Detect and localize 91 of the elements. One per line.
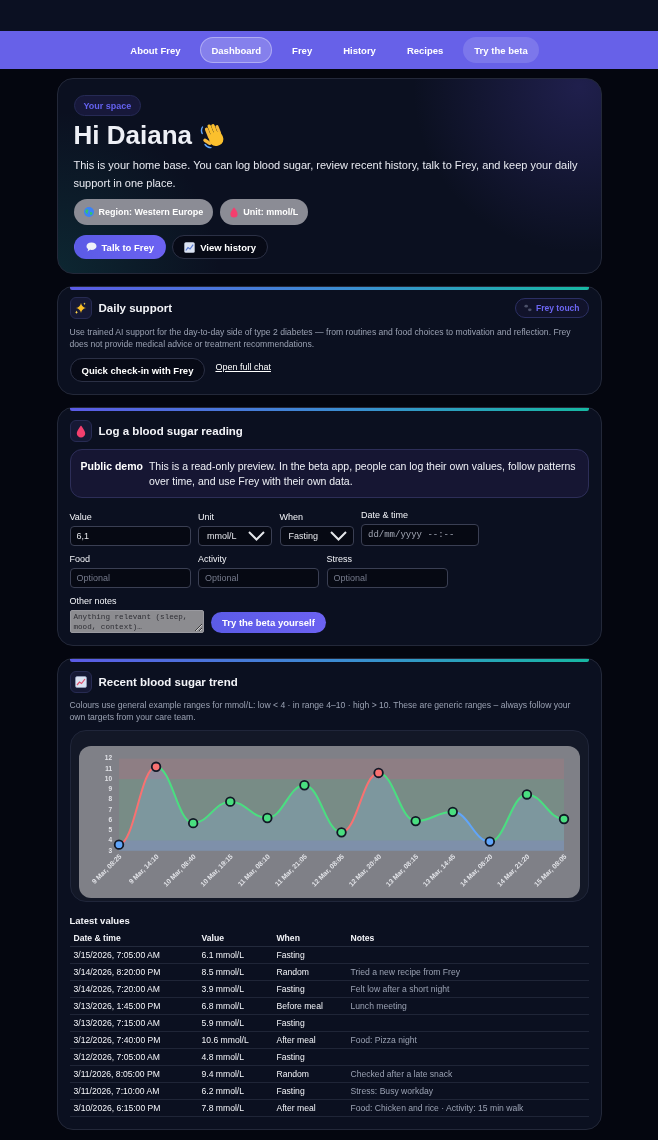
table-cell: Lunch meeting xyxy=(346,997,589,1015)
column-header: Value xyxy=(197,930,273,947)
field-label: Date & time xyxy=(361,509,410,521)
table-cell: 6.2 mmol/L xyxy=(197,1082,273,1100)
sparkles-icon xyxy=(69,297,92,319)
table-cell: 5.9 mmol/L xyxy=(197,1014,273,1032)
table-cell: Tried a new recipe from Frey xyxy=(346,963,589,981)
table-cell: Fasting xyxy=(272,1082,347,1100)
drop-icon xyxy=(230,206,239,218)
field-label: Food xyxy=(69,553,91,565)
badge-label: Frey touch xyxy=(536,303,580,313)
nav-link[interactable]: Recipes xyxy=(395,37,455,63)
try-beta-button[interactable]: Try the beta yourself xyxy=(211,612,326,633)
table-cell: 9.4 mmol/L xyxy=(197,1065,273,1083)
intro-text: This is your home base. You can log blood sugar, review recent history, talk to Frey, and keep your daily support in one place. xyxy=(73,158,579,191)
table-cell: 3/13/2026, 7:15:00 AM xyxy=(69,1014,198,1032)
table-cell: Fasting xyxy=(272,946,347,964)
table-cell: Stress: Busy workday xyxy=(346,1082,589,1100)
line-chart-icon xyxy=(69,671,92,693)
table-cell: Checked after a late snack xyxy=(346,1065,589,1083)
drop-icon xyxy=(69,420,92,442)
date-time-field[interactable]: dd/mm/yyyy --:-- xyxy=(361,524,479,546)
column-header: When xyxy=(272,930,347,947)
table-cell: 3/12/2026, 7:40:00 PM xyxy=(69,1031,198,1049)
nav-link[interactable]: Try the beta xyxy=(463,37,539,63)
column-header: Date & time xyxy=(69,930,198,947)
history-button[interactable]: View history xyxy=(172,235,268,259)
dropdown[interactable]: mmol/L xyxy=(198,526,272,546)
speech-bubble-icon xyxy=(85,242,97,252)
open-chat-link[interactable]: Open full chat xyxy=(215,362,271,372)
greeting-title: Hi Daiana xyxy=(73,120,192,150)
chevron-down-icon xyxy=(329,531,347,541)
table-cell: 3/12/2026, 7:05:00 AM xyxy=(69,1048,198,1066)
chevron-down-icon xyxy=(248,531,265,541)
field-label: Value xyxy=(69,511,93,523)
dropdown[interactable]: Fasting xyxy=(279,526,354,546)
table-cell: Food: Pizza night xyxy=(346,1031,589,1049)
table-cell: 3/14/2026, 7:20:00 AM xyxy=(69,980,198,998)
field-label: Unit xyxy=(198,511,215,523)
table-cell: 7.8 mmol/L xyxy=(197,1099,273,1117)
table-cell: Felt low after a short night xyxy=(346,980,589,998)
table-cell: Random xyxy=(272,1065,347,1083)
field-label: Other notes xyxy=(69,595,118,607)
table-cell: 3/14/2026, 8:20:00 PM xyxy=(69,963,198,981)
field-label: When xyxy=(279,511,304,523)
nav-link[interactable]: Frey xyxy=(281,37,324,63)
table-cell: 3/15/2026, 7:05:00 AM xyxy=(69,946,198,964)
table-cell: Fasting xyxy=(272,1048,347,1066)
table-cell: 3.9 mmol/L xyxy=(197,980,273,998)
card-title: Recent blood sugar trend xyxy=(98,676,238,688)
table-cell: 3/13/2026, 1:45:00 PM xyxy=(69,997,198,1015)
input-field[interactable]: Optional xyxy=(326,568,448,588)
nav-link[interactable]: Dashboard xyxy=(200,37,273,63)
chip-label: Unit: mmol/L xyxy=(243,207,299,217)
table-cell: Before meal xyxy=(272,997,347,1015)
table-cell: After meal xyxy=(272,1099,347,1117)
section-badge: Your space xyxy=(73,95,142,116)
table-cell: Fasting xyxy=(272,1014,347,1032)
card-title: Log a blood sugar reading xyxy=(98,425,243,437)
table-cell: 6.8 mmol/L xyxy=(197,997,273,1015)
chip-label: Region: Western Europe xyxy=(98,207,204,217)
field-label: Activity xyxy=(198,553,228,565)
table-cell: 3/10/2026, 6:15:00 PM xyxy=(69,1099,198,1117)
footprints-icon xyxy=(524,304,533,312)
table-cell: After meal xyxy=(272,1031,347,1049)
field-label: Stress xyxy=(326,553,353,565)
nav-link[interactable]: History xyxy=(332,37,387,63)
column-header: Notes xyxy=(346,930,589,947)
talk-button[interactable]: Talk to Frey xyxy=(73,235,167,259)
table-cell: 6.1 mmol/L xyxy=(197,946,273,964)
nav-link[interactable]: About Frey xyxy=(119,37,192,63)
input-field[interactable]: Optional xyxy=(69,568,191,588)
table-cell: 3/11/2026, 7:10:00 AM xyxy=(69,1082,198,1100)
support-description: Use trained AI support for the day-to-day side of type 2 diabetes — from routines and food choices to motivation and reflection. Frey does not provide medical advice or treatment recommendations. xyxy=(69,327,572,350)
card-title: Daily support xyxy=(98,302,172,314)
notice-text: This is a read-only preview. In the beta app, people can log their own values, follow patterns over time, and use Frey with their own data. xyxy=(148,459,577,489)
input-field[interactable]: 6,1 xyxy=(69,526,191,546)
table-cell: Fasting xyxy=(272,980,347,998)
table-cell: 3/11/2026, 8:05:00 PM xyxy=(69,1065,198,1083)
table-cell: 10.6 mmol/L xyxy=(197,1031,273,1049)
table-cell: 8.5 mmol/L xyxy=(197,963,273,981)
globe-icon xyxy=(83,207,94,217)
table-cell: 4.8 mmol/L xyxy=(197,1048,273,1066)
input-field[interactable]: Optional xyxy=(198,568,319,588)
check-in-button[interactable]: Quick check-in with Frey xyxy=(69,358,206,382)
notice-label: Public demo xyxy=(80,459,143,474)
line-chart-icon xyxy=(184,241,196,253)
chart-description: Colours use general example ranges for mmol/L: low < 4 · in range 4–10 · high > 10. These are generic ranges – always follow your own targets from your care team. xyxy=(69,700,572,723)
table-cell: Food: Chicken and rice · Activity: 15 min walk xyxy=(346,1099,589,1117)
table-cell: Random xyxy=(272,963,347,981)
table-title: Latest values xyxy=(69,915,131,927)
